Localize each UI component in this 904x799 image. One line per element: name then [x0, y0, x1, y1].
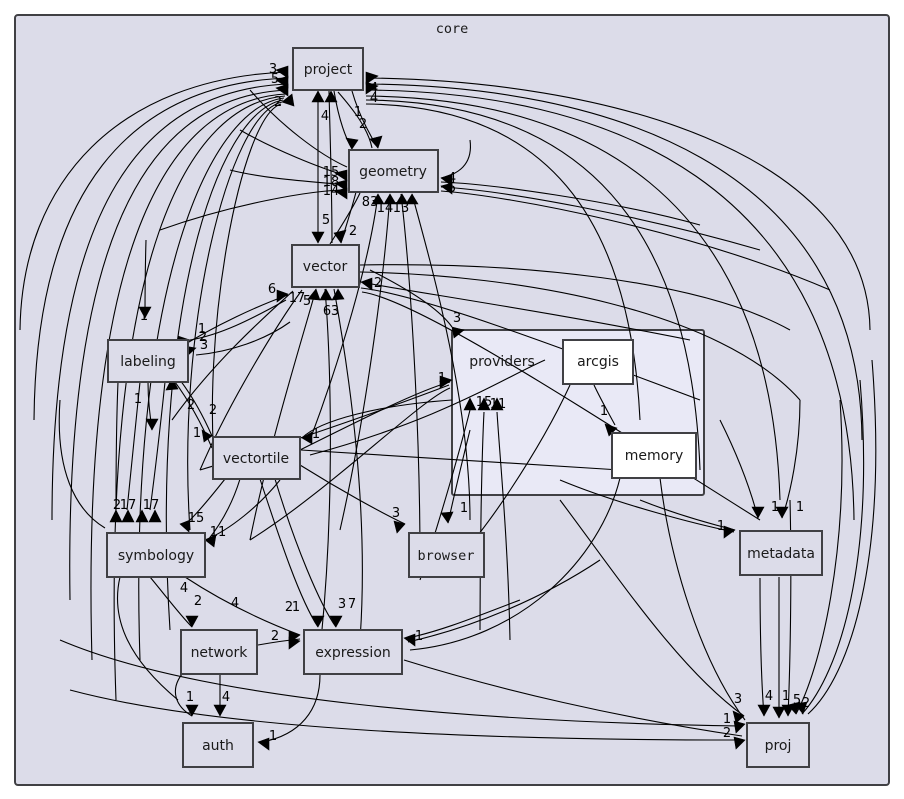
node-providers-label: providers [469, 354, 535, 370]
edge-weight-label: 14 [377, 201, 394, 216]
node-vector[interactable]: vector [291, 244, 360, 288]
edge-weight-label: 1 [460, 501, 468, 516]
node-symbology[interactable]: symbology [106, 532, 206, 578]
edge-weight-label: 5 [448, 181, 456, 196]
edge-weight-label: 2 [349, 224, 357, 239]
edge-weight-label: 1 [186, 690, 194, 705]
edge-weight-label: 1 [312, 427, 320, 442]
edge-weight-label: 11 [210, 525, 227, 540]
edge-weight-label: 2 [723, 726, 731, 741]
edge-weight-label: 4 [222, 690, 230, 705]
edge-weight-label: 1 [292, 600, 300, 615]
edge-weight-label: 1 [717, 519, 725, 534]
edge-weight-label: 15 [188, 511, 205, 526]
node-memory[interactable]: memory [611, 432, 697, 479]
node-network[interactable]: network [180, 629, 258, 675]
node-metadata-label: metadata [747, 546, 815, 562]
node-geometry-label: geometry [359, 164, 427, 180]
edge-weight-label: 1 [723, 712, 731, 727]
node-expression-label: expression [315, 645, 391, 661]
edge-weight-label: 7 [348, 597, 356, 612]
node-project-label: project [304, 62, 353, 78]
edge-weight-label: 2 [187, 398, 195, 413]
cluster-core-title: core [436, 21, 469, 37]
node-arcgis[interactable]: arcgis [562, 339, 634, 385]
edge-weight-label: 3 [331, 304, 339, 319]
edge-weight-label: 6 [268, 282, 276, 297]
edge-weight-label: 17 [120, 498, 137, 513]
node-labeling-label: labeling [120, 354, 176, 370]
edge-weight-label: 17 [143, 498, 160, 513]
edge-weight-label: 3 [734, 692, 742, 707]
edge-weight-label: 1 [415, 629, 423, 644]
edge-weight-label: 3 [338, 597, 346, 612]
edge-weight-label: 5 [793, 693, 801, 708]
edge-weight-label: 1 [600, 404, 608, 419]
node-vectortile[interactable]: vectortile [212, 436, 301, 480]
node-geometry[interactable]: geometry [348, 149, 439, 193]
node-expression[interactable]: expression [303, 629, 403, 675]
node-vector-label: vector [303, 259, 348, 275]
edge-weight-label: 5 [303, 294, 311, 309]
edge-weight-label: 2 [359, 117, 367, 132]
edge-weight-label: 4 [321, 109, 329, 124]
node-metadata[interactable]: metadata [739, 530, 823, 576]
node-proj[interactable]: proj [746, 722, 810, 768]
edge-weight-label: 1 [782, 689, 790, 704]
node-vectortile-label: vectortile [223, 451, 289, 467]
edge-weight-label: 2 [374, 276, 382, 291]
edge-weight-label: 1 [269, 729, 277, 744]
node-providers[interactable]: providers [469, 354, 535, 370]
edge-weight-label: 2 [209, 403, 217, 418]
node-browser-label: browser [418, 548, 475, 564]
dependency-graph-canvas: core project geometry vector labeling pr… [0, 0, 904, 799]
node-arcgis-label: arcgis [577, 354, 619, 370]
edge-weight-label: 3 [200, 338, 208, 353]
edge-weight-label: 2 [271, 629, 279, 644]
node-auth[interactable]: auth [182, 722, 254, 768]
edge-weight-label: 2 [802, 696, 810, 711]
edge-weight-label: 4 [180, 581, 188, 596]
node-project[interactable]: project [292, 47, 364, 91]
edge-weight-label: 5 [322, 213, 330, 228]
edge-weight-label: 1 [438, 371, 446, 386]
edge-weight-label: 3 [453, 311, 461, 326]
node-labeling[interactable]: labeling [107, 339, 189, 383]
edge-weight-label: 1 [796, 500, 804, 515]
node-proj-label: proj [765, 738, 792, 754]
edge-weight-label: 4 [370, 91, 378, 106]
node-browser[interactable]: browser [408, 532, 485, 578]
edge-weight-label: 13 [393, 201, 410, 216]
edge-weight-label: 1 [771, 500, 779, 515]
edge-weight-label: 4 [231, 596, 239, 611]
graph-svg: core project geometry vector labeling pr… [14, 14, 890, 786]
node-memory-label: memory [625, 448, 684, 464]
edge-weight-label: 4 [765, 689, 773, 704]
edge-weight-label: 11 [490, 397, 507, 412]
edge-weight-label: 5 [271, 72, 279, 87]
edge-weight-label: 1 [140, 309, 148, 324]
edge-weight-label: 3 [392, 506, 400, 521]
node-network-label: network [191, 645, 249, 661]
edge-weight-label: 2 [194, 594, 202, 609]
edge-weight-label: 1 [134, 392, 142, 407]
node-auth-label: auth [202, 738, 234, 754]
edge-weight-label: 2 [274, 95, 282, 110]
node-symbology-label: symbology [118, 548, 194, 564]
edge-weight-label: 14 [323, 184, 340, 199]
edge-weight-label: 1 [193, 426, 201, 441]
